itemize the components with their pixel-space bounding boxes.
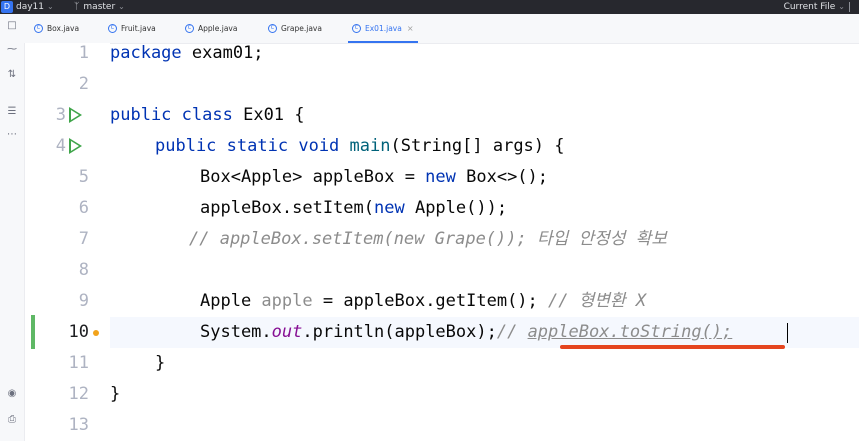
- class-icon: C: [185, 24, 194, 33]
- project-selector[interactable]: day11 ⌄: [16, 1, 54, 13]
- line-number: 4: [55, 136, 66, 156]
- line-number: 11: [68, 353, 89, 373]
- tab-ex01-java[interactable]: C Ex01.java ×: [348, 14, 418, 43]
- code-line-6: appleBox.setItem(new Apple());: [200, 198, 508, 218]
- line-number: 13: [68, 415, 89, 435]
- class-icon: C: [352, 24, 361, 33]
- code-line-1: package exam01;: [110, 43, 264, 63]
- tab-grape-java[interactable]: C Grape.java: [268, 14, 322, 43]
- pull-requests-icon[interactable]: ⇅: [0, 69, 24, 80]
- line-number: 1: [78, 43, 89, 63]
- tab-label: Grape.java: [281, 24, 322, 33]
- run-icon[interactable]: [849, 2, 858, 12]
- branch-name: master: [83, 2, 116, 12]
- project-name: day11: [16, 2, 45, 12]
- line-number: 3: [55, 105, 66, 125]
- lightbulb-icon[interactable]: [93, 330, 99, 336]
- class-icon: C: [108, 24, 117, 33]
- line-number-current: 10: [68, 322, 89, 342]
- text-caret: [787, 323, 788, 343]
- code-line-3: public class Ex01 {: [110, 105, 305, 125]
- line-number: 12: [68, 384, 89, 404]
- line-number: 6: [78, 198, 89, 218]
- tab-label: Box.java: [47, 24, 80, 33]
- services-icon[interactable]: ◉: [0, 388, 24, 399]
- branch-icon: ᛉ: [74, 2, 80, 12]
- class-icon: C: [34, 24, 43, 33]
- title-bar: D day11 ⌄ ᛉ master ⌄ Current File ⌄: [0, 0, 859, 14]
- line-number: 8: [78, 260, 89, 280]
- run-gutter-icon[interactable]: [69, 138, 82, 154]
- code-line-5: Box<Apple> appleBox = new Box<>();: [200, 167, 549, 187]
- chevron-down-icon: ⌄: [47, 2, 54, 11]
- code-line-7: // appleBox.setItem(new Grape()); 타입 안정성…: [189, 229, 667, 249]
- line-number: 2: [78, 74, 89, 94]
- code-line-10: System.out.println(appleBox);// appleBox…: [200, 322, 733, 342]
- branch-selector[interactable]: ᛉ master ⌄: [74, 1, 125, 13]
- line-number: 9: [78, 291, 89, 311]
- tab-label: Ex01.java: [365, 24, 402, 33]
- code-line-9: Apple apple = appleBox.getItem(); // 형변환…: [200, 291, 647, 311]
- red-underline-annotation: [560, 345, 785, 349]
- tool-window-strip: □ ⁓ ⇅ ☰ ⋯ ◉ ⎙: [0, 14, 25, 441]
- project-badge[interactable]: D: [1, 1, 13, 13]
- line-number: 5: [78, 167, 89, 187]
- run-config-label: Current File: [783, 2, 836, 12]
- close-icon[interactable]: ×: [407, 24, 414, 33]
- editor-gutter: 1 2 3 4 5 6 7 8 9 10 11 12 13: [25, 43, 110, 441]
- project-icon[interactable]: □: [0, 20, 24, 31]
- run-gutter-icon[interactable]: [69, 107, 82, 123]
- line-number: 7: [78, 229, 89, 249]
- run-config-selector[interactable]: Current File ⌄: [784, 1, 845, 13]
- terminal-icon[interactable]: ⎙: [0, 414, 24, 425]
- code-line-12: }: [110, 384, 121, 404]
- chevron-down-icon: ⌄: [838, 2, 845, 11]
- code-editor[interactable]: package exam01; public class Ex01 { publ…: [110, 43, 859, 441]
- chevron-down-icon: ⌄: [118, 2, 125, 11]
- tab-label: Fruit.java: [121, 24, 156, 33]
- structure-icon[interactable]: ☰: [0, 106, 24, 117]
- more-icon[interactable]: ⋯: [0, 129, 24, 140]
- tab-label: Apple.java: [198, 24, 238, 33]
- code-line-11: }: [155, 353, 166, 373]
- code-line-4: public static void main(String[] args) {: [155, 136, 565, 156]
- class-icon: C: [268, 24, 277, 33]
- commit-icon[interactable]: ⁓: [0, 44, 24, 55]
